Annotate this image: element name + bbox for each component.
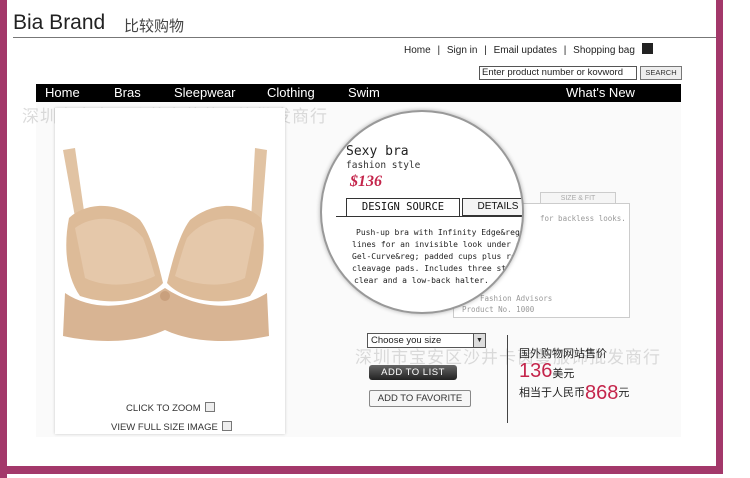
rmb-price-prefix: 相当于人民币 bbox=[519, 387, 585, 399]
shopping-bag-icon[interactable] bbox=[641, 43, 653, 54]
description-line: clear and a low-back halter. bbox=[354, 276, 489, 285]
ghost-text-line: for backless looks. bbox=[540, 214, 626, 223]
usd-price-value: 136 bbox=[519, 360, 553, 382]
signin-link[interactable]: Sign in bbox=[447, 45, 478, 56]
ghost-text-line: Fashion Advisors bbox=[480, 294, 553, 303]
rmb-price-value: 868 bbox=[585, 382, 619, 404]
usd-price-unit: 美元 bbox=[552, 368, 575, 380]
tab-design-source[interactable]: DESIGN SOURCE bbox=[346, 198, 460, 216]
frame-left-border bbox=[0, 0, 7, 478]
nav-item-whats-new[interactable]: What's New bbox=[566, 84, 635, 102]
link-separator: | bbox=[484, 45, 487, 56]
fullsize-icon[interactable] bbox=[221, 421, 232, 431]
link-separator: | bbox=[563, 45, 567, 56]
search-input[interactable]: Enter product number or kovword bbox=[479, 66, 637, 80]
click-to-zoom[interactable]: CLICK TO ZOOM bbox=[126, 402, 215, 414]
watermark-text: 深圳市宝安区沙井卡茵蔓服饰批发商行 bbox=[355, 348, 661, 367]
product-price: $136 bbox=[350, 173, 382, 190]
link-separator: | bbox=[437, 45, 441, 56]
nav-item-swim[interactable]: Swim bbox=[348, 84, 380, 102]
header-divider bbox=[13, 37, 716, 38]
ghost-text-line: Product No. 1000 bbox=[462, 305, 535, 314]
view-full-size[interactable]: VIEW FULL SIZE IMAGE bbox=[111, 421, 232, 433]
brand-logo[interactable]: Bia Brand bbox=[13, 11, 105, 35]
description-line: Push-up bra with Infinity Edge&reg; that… bbox=[356, 228, 524, 237]
nav-item-clothing[interactable]: Clothing bbox=[267, 84, 315, 102]
frame-right-border bbox=[716, 0, 723, 470]
description-line: Gel-Curve&reg; padded cups plus removabl… bbox=[352, 252, 524, 261]
click-to-zoom-label: CLICK TO ZOOM bbox=[126, 403, 201, 414]
add-to-favorite-button[interactable]: ADD TO FAVORITE bbox=[369, 390, 471, 407]
nav-item-bras[interactable]: Bras bbox=[114, 84, 141, 102]
usd-price: 136美元 bbox=[519, 360, 574, 383]
product-title: Sexy bra bbox=[346, 144, 409, 159]
nav-item-home[interactable]: Home bbox=[45, 84, 80, 102]
frame-bottom-border bbox=[0, 466, 723, 474]
product-subtitle: fashion style bbox=[346, 160, 421, 171]
view-full-size-label: VIEW FULL SIZE IMAGE bbox=[111, 422, 218, 433]
main-nav: Home Bras Sleepwear Clothing Swim What's… bbox=[36, 84, 681, 102]
description-line: cleavage pads. Includes three straps: re… bbox=[352, 264, 522, 273]
top-links: Home | Sign in | Email updates | Shoppin… bbox=[402, 43, 655, 56]
nav-item-sleepwear[interactable]: Sleepwear bbox=[174, 84, 235, 102]
rmb-price-unit: 元 bbox=[618, 387, 630, 399]
product-image-card bbox=[55, 108, 285, 434]
foreign-price-label: 国外购物网站售价 bbox=[519, 348, 607, 360]
tab-details[interactable]: DETAILS bbox=[462, 198, 522, 216]
brand-cn-name: 比较购物 bbox=[124, 18, 185, 35]
rmb-price: 相当于人民币868元 bbox=[519, 382, 629, 405]
magnifier-lens: Sexy bra fashion style $136 DESIGN SOURC… bbox=[320, 110, 524, 314]
price-divider bbox=[507, 335, 508, 423]
description-line: lines for an invisible look under clothe… bbox=[352, 240, 522, 249]
search-button[interactable]: SEARCH bbox=[640, 66, 682, 80]
email-updates-link[interactable]: Email updates bbox=[494, 45, 557, 56]
zoom-plus-icon[interactable] bbox=[204, 402, 215, 412]
shopping-bag-link[interactable]: Shopping bag bbox=[573, 45, 635, 56]
home-link[interactable]: Home bbox=[404, 45, 431, 56]
product-image[interactable] bbox=[55, 108, 285, 434]
